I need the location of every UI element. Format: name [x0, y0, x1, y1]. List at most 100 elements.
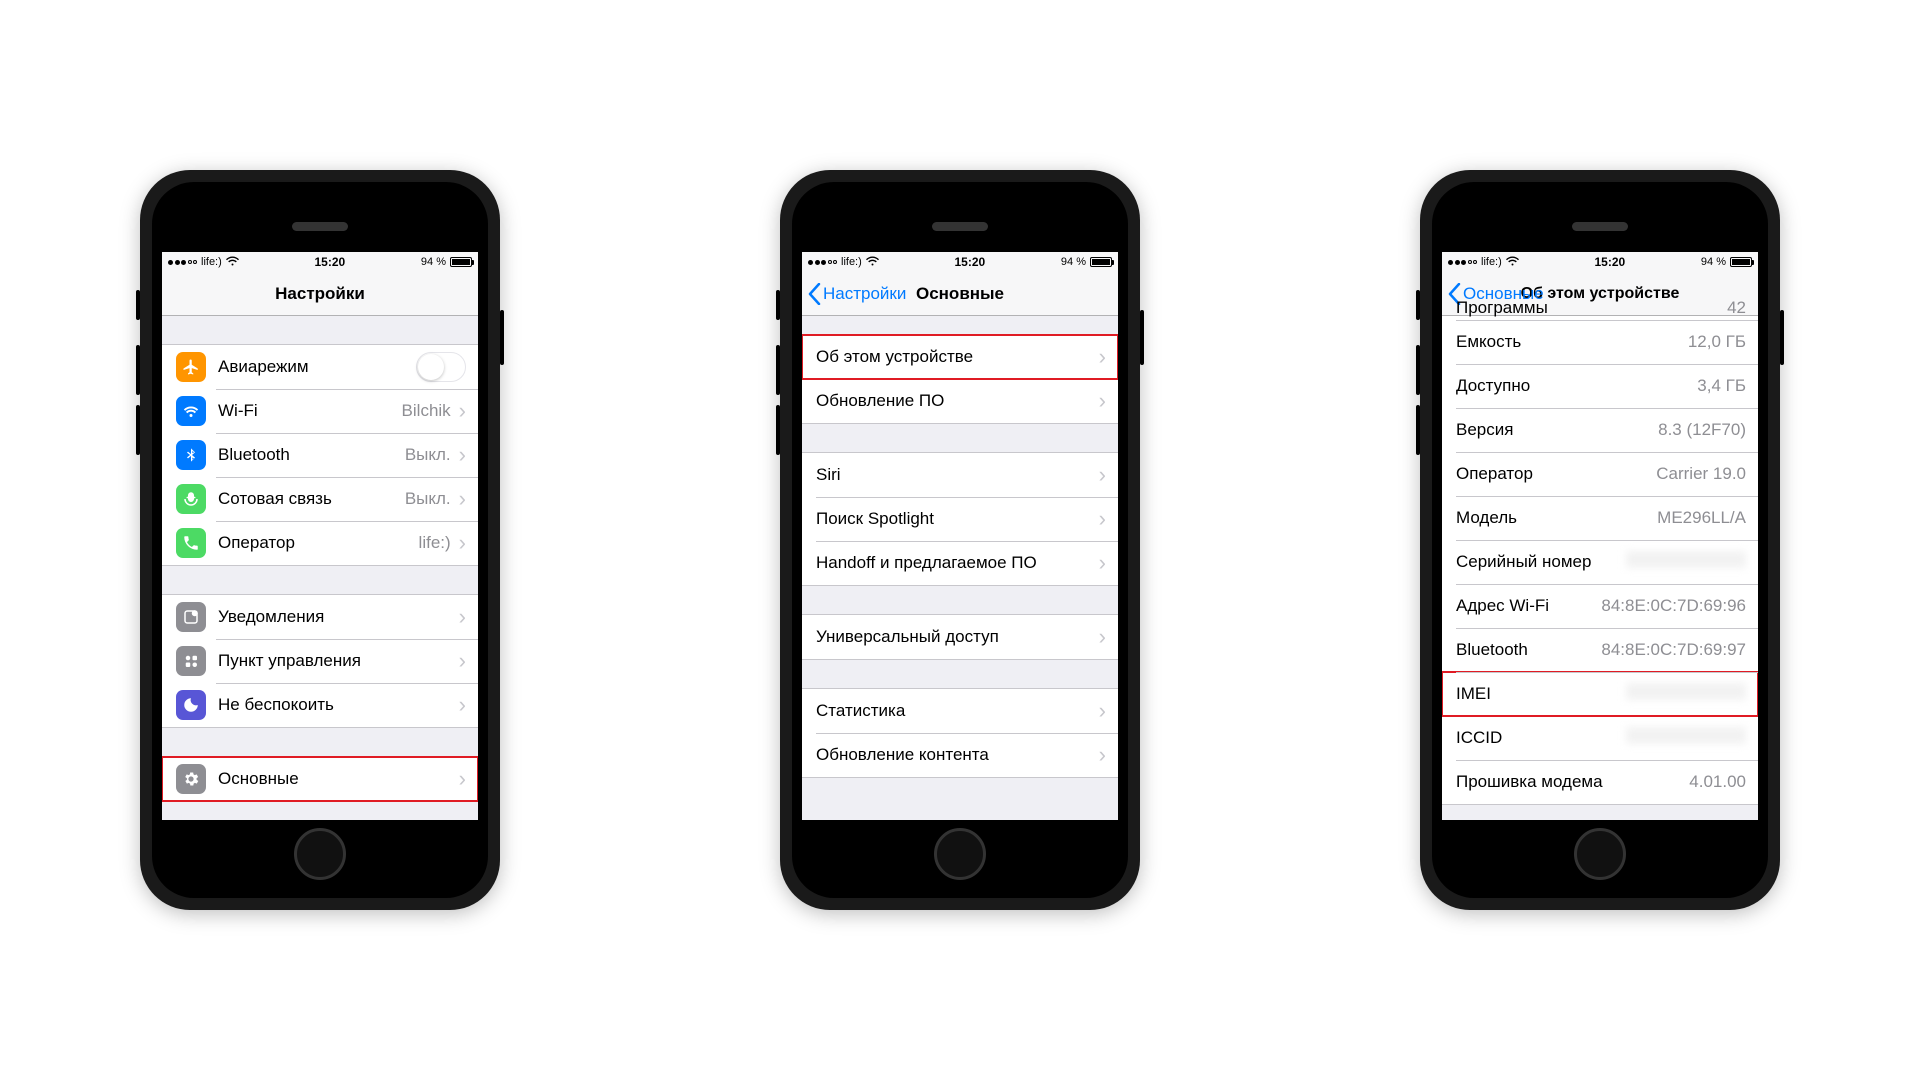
cell-label: Siri — [816, 465, 841, 485]
cell-item: Доступно 3,4 ГБ — [1442, 364, 1758, 408]
cell-item: Версия 8.3 (12F70) — [1442, 408, 1758, 452]
cell-value: Выкл. — [405, 489, 451, 509]
cell-label: Версия — [1456, 420, 1513, 440]
status-carrier: life:) — [841, 256, 862, 268]
status-battery-pct: 94 % — [1061, 256, 1086, 268]
phone-speaker — [292, 222, 348, 231]
chevron-right-icon: › — [1099, 626, 1106, 648]
phone-frame-2: life:) 15:20 94 % Настройки Основные — [780, 170, 1140, 910]
cell-label: Адрес Wi-Fi — [1456, 596, 1549, 616]
power-button — [1780, 310, 1784, 365]
cell-label: Основные — [218, 769, 299, 789]
cell-value: 3,4 ГБ — [1697, 376, 1746, 396]
back-button[interactable]: Настройки — [808, 272, 906, 315]
status-bar: life:) 15:20 94 % — [802, 252, 1118, 272]
chevron-right-icon: › — [1099, 508, 1106, 530]
bt-icon — [176, 440, 206, 470]
cell-bt[interactable]: BluetoothВыкл.› — [162, 433, 478, 477]
carrier-icon — [176, 528, 206, 558]
navbar: Настройки Основные — [802, 272, 1118, 316]
cell-label: Поиск Spotlight — [816, 509, 934, 529]
cell-value: Carrier 19.0 — [1656, 464, 1746, 484]
cell-value: Выкл. — [405, 445, 451, 465]
cell-general[interactable]: Основные› — [162, 757, 478, 801]
cell-item[interactable]: Универсальный доступ › — [802, 615, 1118, 659]
chevron-right-icon: › — [1099, 744, 1106, 766]
cell-item[interactable]: Handoff и предлагаемое ПО› — [802, 541, 1118, 585]
cell-label: Оператор — [218, 533, 295, 553]
home-button[interactable] — [934, 828, 986, 880]
phone-frame-3: life:) 15:20 94 % Основные Об этом устро… — [1420, 170, 1780, 910]
battery-icon — [450, 257, 472, 267]
cell-item[interactable]: Об этом устройстве› — [802, 335, 1118, 379]
cell-airplane[interactable]: Авиарежим — [162, 345, 478, 389]
cc-icon — [176, 646, 206, 676]
cell-item: Адрес Wi-Fi 84:8E:0C:7D:69:96 — [1442, 584, 1758, 628]
cell-value-redacted — [1626, 551, 1746, 573]
chevron-right-icon: › — [459, 488, 466, 510]
screen-about: life:) 15:20 94 % Основные Об этом устро… — [1442, 252, 1758, 820]
chevron-right-icon: › — [459, 694, 466, 716]
signal-dots-icon — [168, 260, 197, 265]
cell-item: Прошивка модема 4.01.00 — [1442, 760, 1758, 804]
group-about-list: Программы42Емкость12,0 ГБДоступно3,4 ГБВ… — [1442, 296, 1758, 805]
page-title: Настройки — [275, 284, 365, 304]
status-time: 15:20 — [315, 255, 346, 269]
cell-item[interactable]: Поиск Spotlight › — [802, 497, 1118, 541]
cell-item[interactable]: Статистика› — [802, 689, 1118, 733]
mute-switch — [1416, 290, 1420, 320]
toggle-switch[interactable] — [416, 352, 466, 382]
cell-item: Серийный номер — [1442, 540, 1758, 584]
battery-icon — [1730, 257, 1752, 267]
phone-speaker — [1572, 222, 1628, 231]
cell-dnd[interactable]: Не беспокоить› — [162, 683, 478, 727]
volume-down — [1416, 405, 1420, 455]
status-time: 15:20 — [1595, 255, 1626, 269]
volume-up — [1416, 345, 1420, 395]
cell-item: ОператорCarrier 19.0 — [1442, 452, 1758, 496]
wifi-icon — [866, 256, 879, 269]
home-button[interactable] — [1574, 828, 1626, 880]
cell-item[interactable]: Siri › — [802, 453, 1118, 497]
cell-label: Доступно — [1456, 376, 1530, 396]
group-about-update: Об этом устройстве›Обновление ПО› — [802, 334, 1118, 424]
cell-item[interactable]: Обновление ПО› — [802, 379, 1118, 423]
power-button — [1140, 310, 1144, 365]
cell-label: Серийный номер — [1456, 552, 1591, 572]
cell-value: 4.01.00 — [1689, 772, 1746, 792]
chevron-right-icon: › — [1099, 700, 1106, 722]
cell-item: IMEI — [1442, 672, 1758, 716]
status-battery-pct: 94 % — [421, 256, 446, 268]
cell-label: Прошивка модема — [1456, 772, 1603, 792]
mute-switch — [136, 290, 140, 320]
cell-value: 84:8E:0C:7D:69:96 — [1601, 596, 1746, 616]
cell-carrier[interactable]: Операторlife:)› — [162, 521, 478, 565]
signal-dots-icon — [808, 260, 837, 265]
phone-frame-1: life:) 15:20 94 % Настройки АвиарежимWi-… — [140, 170, 500, 910]
cell-cc[interactable]: Пункт управления› — [162, 639, 478, 683]
chevron-right-icon: › — [459, 400, 466, 422]
cell-wifi[interactable]: Wi-FiBilchik› — [162, 389, 478, 433]
cell-value: ME296LL/A — [1657, 508, 1746, 528]
cell-value-redacted — [1626, 683, 1746, 705]
general-icon — [176, 764, 206, 794]
cell-cell[interactable]: Сотовая связь Выкл. › — [162, 477, 478, 521]
cell-item: Емкость12,0 ГБ — [1442, 320, 1758, 364]
cell-value: 8.3 (12F70) — [1658, 420, 1746, 440]
notif-icon — [176, 602, 206, 632]
wifi-icon — [1506, 256, 1519, 269]
chevron-right-icon: › — [1099, 464, 1106, 486]
cell-label: Сотовая связь — [218, 489, 332, 509]
cell-notif[interactable]: Уведомления› — [162, 595, 478, 639]
cell-value: life:) — [419, 533, 451, 553]
mute-switch — [776, 290, 780, 320]
navbar: Настройки — [162, 272, 478, 316]
cell-label: Универсальный доступ — [816, 627, 999, 647]
screen-settings-root: life:) 15:20 94 % Настройки АвиарежимWi-… — [162, 252, 478, 820]
cell-label: Уведомления — [218, 607, 324, 627]
cell-label: Handoff и предлагаемое ПО — [816, 553, 1037, 573]
cell-item[interactable]: Обновление контента› — [802, 733, 1118, 777]
home-button[interactable] — [294, 828, 346, 880]
cell-value: 12,0 ГБ — [1688, 332, 1746, 352]
battery-icon — [1090, 257, 1112, 267]
